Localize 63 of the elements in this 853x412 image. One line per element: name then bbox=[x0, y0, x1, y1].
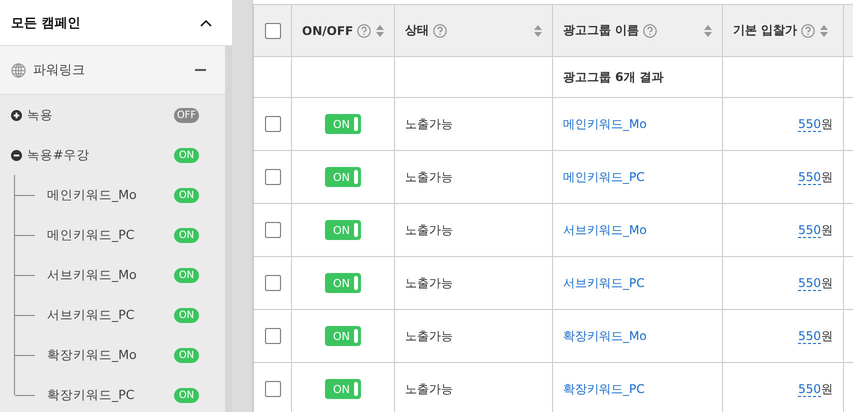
adgroup-link[interactable]: 서브키워드_Mo bbox=[563, 222, 647, 236]
chevron-up-icon[interactable] bbox=[200, 18, 212, 26]
tree-connector-line bbox=[14, 215, 35, 255]
tree-connector-line bbox=[14, 255, 35, 295]
bid-link[interactable]: 550 bbox=[798, 328, 821, 344]
help-icon[interactable] bbox=[643, 24, 658, 38]
adgroup-name[interactable]: 확장키워드_PC bbox=[47, 386, 174, 404]
campaign-name[interactable]: 녹용#우강 bbox=[27, 146, 174, 164]
currency-unit: 원 bbox=[821, 276, 833, 290]
scrollbar[interactable] bbox=[225, 46, 232, 412]
status-text: 노출가능 bbox=[405, 382, 453, 396]
row-checkbox[interactable] bbox=[264, 381, 280, 397]
currency-unit: 원 bbox=[821, 116, 833, 130]
adgroup-name[interactable]: 확장키워드_Mo bbox=[47, 346, 174, 364]
column-header[interactable]: 기본 입찰가 bbox=[733, 22, 798, 39]
currency-unit: 원 bbox=[821, 170, 833, 184]
bid-link[interactable]: 550 bbox=[798, 222, 821, 238]
row-checkbox[interactable] bbox=[264, 222, 280, 238]
adgroup-link[interactable]: 확장키워드_PC bbox=[563, 382, 645, 396]
sort-icon[interactable] bbox=[820, 24, 828, 36]
adgroup-name[interactable]: 메인키워드_Mo bbox=[47, 186, 174, 204]
status-text: 노출가능 bbox=[405, 116, 453, 130]
help-icon[interactable] bbox=[801, 24, 816, 38]
campaign-name[interactable]: 녹용 bbox=[27, 106, 174, 124]
status-text: 노출가능 bbox=[405, 170, 453, 184]
toggle-pill[interactable]: OFF bbox=[174, 108, 199, 122]
status-text: 노출가능 bbox=[405, 222, 453, 236]
row-checkbox[interactable] bbox=[264, 116, 280, 132]
adgroup-link[interactable]: 메인키워드_PC bbox=[563, 170, 645, 184]
result-count: 광고그룹 6개 결과 bbox=[563, 70, 664, 84]
row-checkbox[interactable] bbox=[264, 328, 280, 344]
column-header[interactable]: ON/OFF bbox=[302, 24, 354, 38]
column-header[interactable]: 광고그룹 이름 bbox=[563, 22, 640, 39]
status-text: 노출가능 bbox=[405, 328, 453, 342]
sort-icon[interactable] bbox=[704, 24, 712, 36]
plus-circle-icon[interactable] bbox=[11, 110, 22, 120]
sort-icon[interactable] bbox=[534, 24, 542, 36]
tree-connector-line bbox=[14, 175, 35, 215]
row-checkbox[interactable] bbox=[264, 275, 280, 291]
help-icon[interactable] bbox=[433, 24, 447, 38]
adgroup-name[interactable]: 메인키워드_PC bbox=[47, 226, 174, 244]
adgroup-name[interactable]: 서브키워드_PC bbox=[47, 306, 174, 324]
status-text: 노출가능 bbox=[405, 276, 453, 290]
minus-circle-icon[interactable] bbox=[11, 150, 22, 160]
currency-unit: 원 bbox=[821, 382, 833, 396]
row-checkbox[interactable] bbox=[264, 169, 280, 185]
help-icon[interactable] bbox=[357, 24, 372, 38]
bid-link[interactable]: 550 bbox=[798, 116, 821, 132]
select-all-checkbox[interactable] bbox=[264, 22, 280, 38]
tree-connector-line bbox=[14, 295, 35, 335]
adgroup-link[interactable]: 확장키워드_Mo bbox=[563, 328, 647, 342]
sort-icon[interactable] bbox=[376, 24, 384, 36]
adgroup-name[interactable]: 서브키워드_Mo bbox=[47, 266, 174, 284]
bid-link[interactable]: 550 bbox=[798, 170, 821, 184]
bid-link[interactable]: 550 bbox=[798, 276, 821, 290]
bid-link[interactable]: 550 bbox=[798, 382, 821, 396]
currency-unit: 원 bbox=[821, 328, 833, 342]
column-header[interactable]: 상태 bbox=[405, 22, 429, 39]
adgroup-link[interactable]: 서브키워드_PC bbox=[563, 276, 645, 290]
globe-icon bbox=[11, 62, 26, 78]
sidebar-title: 모든 캠페인 bbox=[11, 14, 81, 32]
currency-unit: 원 bbox=[821, 222, 833, 236]
adgroup-link[interactable]: 메인키워드_Mo bbox=[563, 116, 647, 130]
